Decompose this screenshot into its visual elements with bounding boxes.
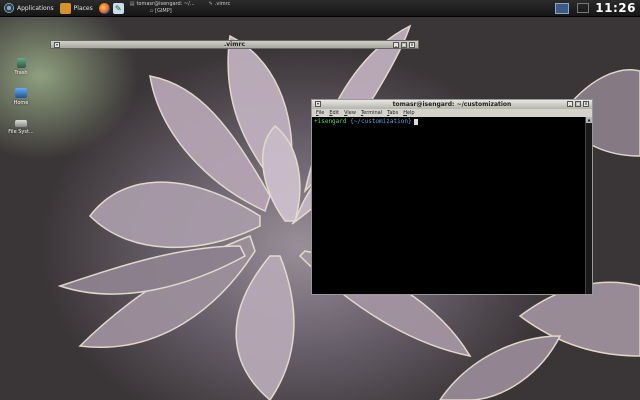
- terminal-window[interactable]: ▾ tomasr@isengard: ~/customization _ □ ×…: [311, 99, 593, 295]
- close-icon[interactable]: ×: [409, 42, 415, 48]
- desktop-icon-home[interactable]: Home: [3, 88, 39, 106]
- menu-view[interactable]: View: [344, 110, 356, 116]
- close-icon[interactable]: ×: [583, 101, 589, 107]
- maximize-icon[interactable]: □: [575, 101, 581, 107]
- menu-edit[interactable]: Edit: [329, 110, 339, 116]
- distro-logo-icon[interactable]: [4, 3, 14, 13]
- menu-terminal[interactable]: Terminal: [361, 110, 382, 116]
- minimize-icon[interactable]: _: [567, 101, 573, 107]
- vimrc-window-title: .vimrc: [223, 41, 245, 48]
- top-panel: Applications Places >_ ✎ ▤tomasr@isengar…: [0, 0, 640, 295]
- terminal-titlebar[interactable]: ▾ tomasr@isengard: ~/customization _ □ ×: [312, 100, 592, 109]
- desktop-icon-filesystem[interactable]: File Syst...: [3, 120, 39, 135]
- drive-icon: [15, 120, 27, 127]
- terminal-scrollbar[interactable]: ▲: [585, 117, 592, 294]
- home-folder-icon: [15, 88, 27, 98]
- menu-file[interactable]: File: [316, 110, 324, 116]
- window-menu-icon[interactable]: ▾: [54, 42, 60, 48]
- editor-task-icon: ✎: [208, 1, 213, 7]
- text-editor-launcher-icon[interactable]: ✎: [112, 2, 124, 14]
- scroll-up-icon[interactable]: ▲: [586, 117, 592, 123]
- terminal-task-icon: ▤: [129, 1, 135, 7]
- text-cursor: [413, 118, 418, 125]
- workspace-1[interactable]: [555, 2, 570, 14]
- menu-tabs[interactable]: Tabs: [387, 110, 398, 116]
- task-gimp[interactable]: ▫ [GIMP]: [150, 8, 172, 15]
- applications-menu[interactable]: Applications: [17, 5, 54, 12]
- terminal-output[interactable]: +isengard {~/customization}: [312, 117, 586, 294]
- window-menu-icon[interactable]: ▾: [315, 101, 321, 107]
- desktop-icon-trash[interactable]: Trash: [3, 58, 39, 76]
- prompt-path: {~/customization}: [350, 118, 412, 125]
- gimp-task-icon: ▫: [149, 8, 154, 14]
- workspace-2[interactable]: [577, 3, 590, 13]
- menu-help[interactable]: Help: [403, 110, 414, 116]
- vimrc-window[interactable]: ▾ .vimrc _ □ ×: [50, 40, 419, 49]
- terminal-window-title: tomasr@isengard: ~/customization: [392, 101, 512, 108]
- places-folder-icon[interactable]: [59, 2, 71, 14]
- task-terminal[interactable]: ▤ tomasr@isengard: ~/...: [130, 1, 195, 8]
- maximize-icon[interactable]: □: [401, 42, 407, 48]
- system-tray: 11:26: [555, 0, 640, 16]
- places-menu[interactable]: Places: [74, 5, 93, 12]
- firefox-launcher-icon[interactable]: [98, 2, 110, 14]
- trash-icon: [16, 58, 26, 68]
- task-vimrc[interactable]: ✎ .vimrc: [209, 1, 231, 8]
- prompt-host: +isengard: [314, 118, 347, 125]
- minimize-icon[interactable]: _: [393, 42, 399, 48]
- panel-clock[interactable]: 11:26: [595, 1, 636, 15]
- task-list: ▤ tomasr@isengard: ~/... ✎ .vimrc ▫ [GIMP]: [130, 1, 265, 15]
- terminal-menubar: File Edit View Terminal Tabs Help: [312, 109, 592, 117]
